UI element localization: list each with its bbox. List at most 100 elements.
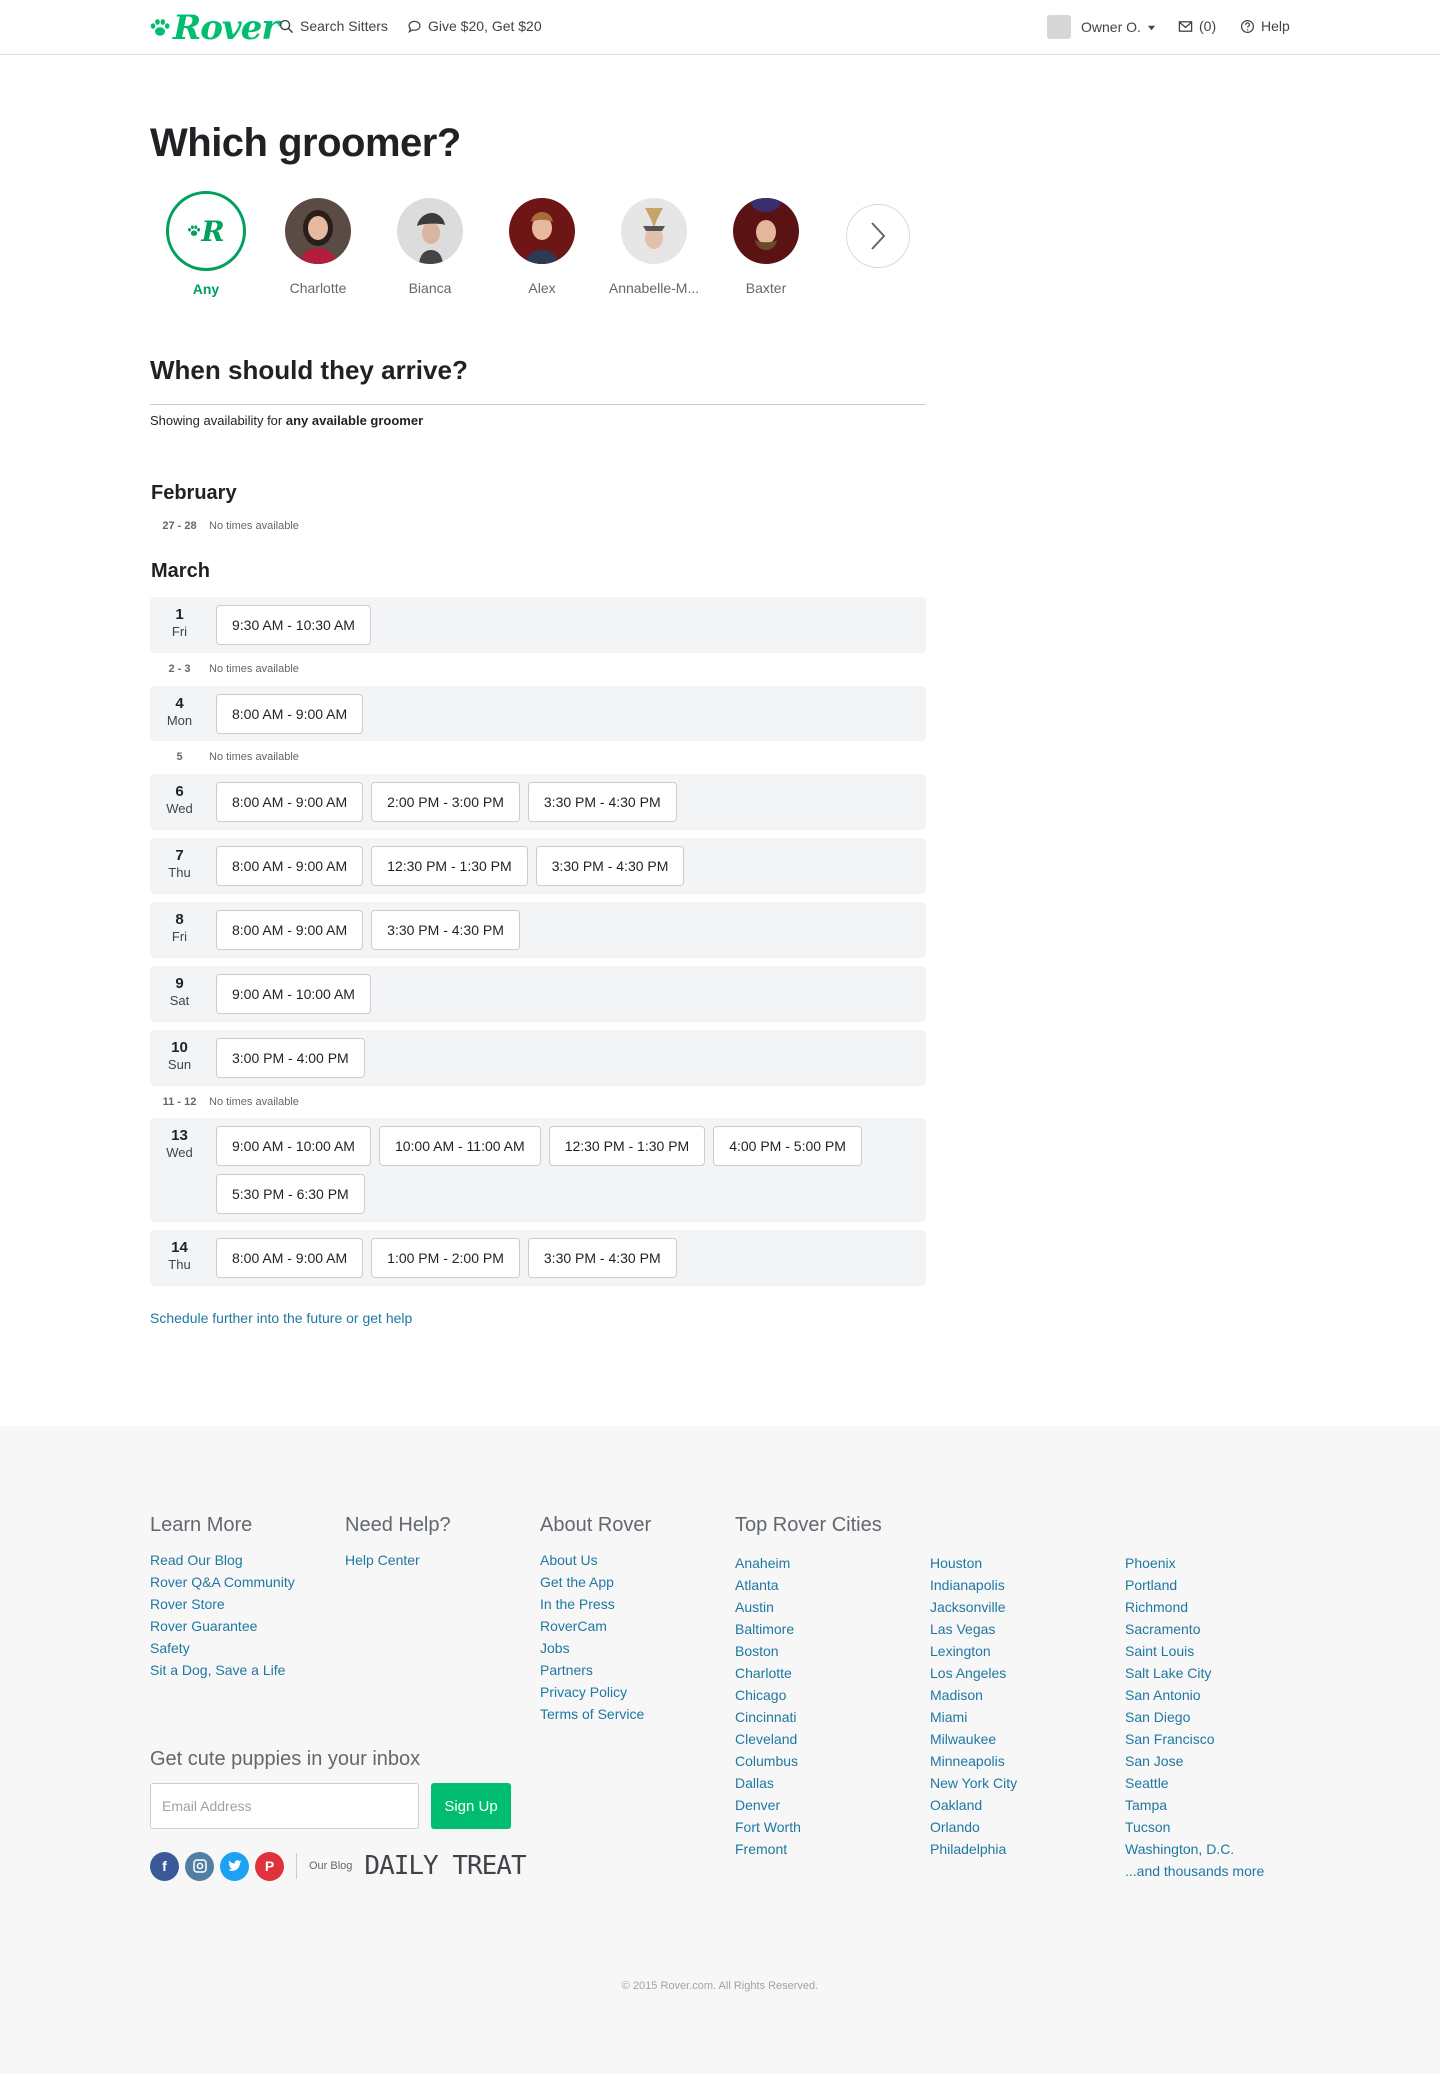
give-get-link[interactable]: Give $20, Get $20 [407,18,542,34]
next-groomers-button[interactable] [846,204,910,268]
city-link[interactable]: Philadelphia [930,1838,1017,1860]
city-link[interactable]: Washington, D.C. [1125,1838,1264,1860]
city-link[interactable]: Baltimore [735,1618,801,1640]
pinterest-icon[interactable]: P [255,1851,284,1881]
time-slot-button[interactable]: 8:00 AM - 9:00 AM [216,694,364,734]
time-slot-button[interactable]: 9:00 AM - 10:00 AM [216,974,371,1014]
time-slot-button[interactable]: 8:00 AM - 9:00 AM [216,1238,364,1278]
time-slot-button[interactable]: 3:30 PM - 4:30 PM [527,1238,677,1278]
groomer-bianca[interactable]: Bianca [380,198,480,296]
time-slot-button[interactable]: 8:00 AM - 9:00 AM [216,782,364,822]
search-sitters-link[interactable]: Search Sitters [279,18,388,34]
city-link[interactable]: Columbus [735,1750,801,1772]
time-slot-button[interactable]: 9:30 AM - 10:30 AM [216,605,371,645]
city-link[interactable]: Jacksonville [930,1596,1017,1618]
footer-link-rovercam[interactable]: RoverCam [540,1615,651,1637]
city-link[interactable]: Denver [735,1794,801,1816]
city-link[interactable]: Miami [930,1706,1017,1728]
footer-link-app[interactable]: Get the App [540,1571,651,1593]
city-link[interactable]: Portland [1125,1574,1264,1596]
city-link[interactable]: Atlanta [735,1574,801,1596]
city-link[interactable]: Seattle [1125,1772,1264,1794]
city-link[interactable]: Indianapolis [930,1574,1017,1596]
city-link[interactable]: Tampa [1125,1794,1264,1816]
messages-link[interactable]: (0) [1178,18,1216,34]
city-link[interactable]: Chicago [735,1684,801,1706]
city-link[interactable]: Charlotte [735,1662,801,1684]
city-link[interactable]: Houston [930,1552,1017,1574]
city-link[interactable]: New York City [930,1772,1017,1794]
city-link[interactable]: Minneapolis [930,1750,1017,1772]
city-link[interactable]: Boston [735,1640,801,1662]
city-link[interactable]: Dallas [735,1772,801,1794]
owner-menu[interactable]: Owner O. [1047,15,1156,39]
city-link[interactable]: Cincinnati [735,1706,801,1728]
more-cities-link[interactable]: ...and thousands more [1125,1860,1264,1882]
footer-link-blog[interactable]: Read Our Blog [150,1549,295,1571]
city-link[interactable]: Orlando [930,1816,1017,1838]
rover-logo[interactable]: Rover [149,8,279,48]
time-slot-button[interactable]: 9:00 AM - 10:00 AM [216,1126,371,1166]
footer-link-partners[interactable]: Partners [540,1659,651,1681]
footer-link-privacy[interactable]: Privacy Policy [540,1681,651,1703]
city-link[interactable]: Austin [735,1596,801,1618]
email-input[interactable] [150,1783,419,1829]
footer-link-about-us[interactable]: About Us [540,1549,651,1571]
time-slot-button[interactable]: 5:30 PM - 6:30 PM [216,1174,365,1214]
groomer-charlotte[interactable]: Charlotte [268,198,368,296]
twitter-icon[interactable] [220,1851,249,1881]
daily-treat-logo[interactable]: DAILY TREAT [364,1851,526,1881]
footer-link-help-center[interactable]: Help Center [345,1549,451,1571]
city-link[interactable]: Los Angeles [930,1662,1017,1684]
no-times-row: 2 - 3 No times available [150,660,298,678]
time-slot-button[interactable]: 3:00 PM - 4:00 PM [216,1038,365,1078]
help-link[interactable]: Help [1240,18,1290,34]
groomer-annabelle[interactable]: Annabelle-M... [604,198,704,296]
time-slot-button[interactable]: 8:00 AM - 9:00 AM [216,846,364,886]
schedule-further-link[interactable]: Schedule further into the future or get … [150,1310,412,1326]
groomer-any[interactable]: R Any [156,191,256,297]
footer-link-press[interactable]: In the Press [540,1593,651,1615]
city-link[interactable]: San Francisco [1125,1728,1264,1750]
time-slot-button[interactable]: 2:00 PM - 3:00 PM [371,782,520,822]
city-link[interactable]: Milwaukee [930,1728,1017,1750]
city-link[interactable]: Phoenix [1125,1552,1264,1574]
city-link[interactable]: Las Vegas [930,1618,1017,1640]
city-link[interactable]: Fremont [735,1838,801,1860]
city-link[interactable]: Lexington [930,1640,1017,1662]
city-link[interactable]: Tucson [1125,1816,1264,1838]
city-link[interactable]: Fort Worth [735,1816,801,1838]
footer-link-safety[interactable]: Safety [150,1637,295,1659]
sign-up-button[interactable]: Sign Up [431,1783,511,1829]
time-slot-button[interactable]: 3:30 PM - 4:30 PM [527,782,677,822]
footer-link-store[interactable]: Rover Store [150,1593,295,1615]
footer-link-qa[interactable]: Rover Q&A Community [150,1571,295,1593]
facebook-icon[interactable]: f [150,1851,179,1881]
footer-link-sit-a-dog[interactable]: Sit a Dog, Save a Life [150,1659,295,1681]
city-link[interactable]: San Jose [1125,1750,1264,1772]
groomer-baxter[interactable]: Baxter [716,198,816,296]
time-slot-button[interactable]: 3:30 PM - 4:30 PM [371,910,520,950]
city-link[interactable]: Cleveland [735,1728,801,1750]
city-link[interactable]: Salt Lake City [1125,1662,1264,1684]
footer-link-jobs[interactable]: Jobs [540,1637,651,1659]
time-slot-button[interactable]: 4:00 PM - 5:00 PM [713,1126,862,1166]
time-slot-button[interactable]: 12:30 PM - 1:30 PM [371,846,528,886]
city-link[interactable]: Madison [930,1684,1017,1706]
city-link[interactable]: Richmond [1125,1596,1264,1618]
city-link[interactable]: Anaheim [735,1552,801,1574]
time-slot-button[interactable]: 8:00 AM - 9:00 AM [216,910,364,950]
time-slot-button[interactable]: 3:30 PM - 4:30 PM [535,846,685,886]
city-link[interactable]: Saint Louis [1125,1640,1264,1662]
time-slot-button[interactable]: 10:00 AM - 11:00 AM [378,1126,541,1166]
city-link[interactable]: San Antonio [1125,1684,1264,1706]
city-link[interactable]: San Diego [1125,1706,1264,1728]
time-slot-button[interactable]: 1:00 PM - 2:00 PM [371,1238,520,1278]
footer-link-guarantee[interactable]: Rover Guarantee [150,1615,295,1637]
city-link[interactable]: Oakland [930,1794,1017,1816]
city-link[interactable]: Sacramento [1125,1618,1264,1640]
groomer-alex[interactable]: Alex [492,198,592,296]
footer-link-terms[interactable]: Terms of Service [540,1703,651,1725]
time-slot-button[interactable]: 12:30 PM - 1:30 PM [548,1126,706,1166]
instagram-icon[interactable] [185,1851,214,1881]
